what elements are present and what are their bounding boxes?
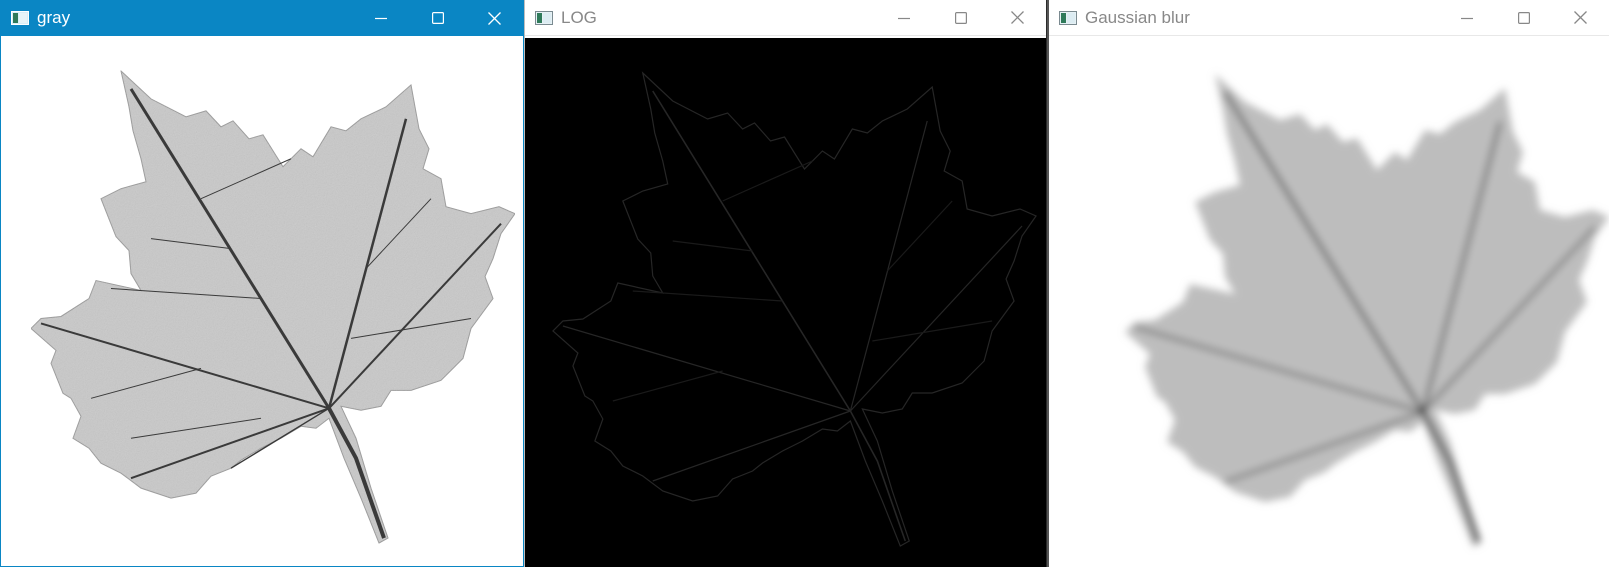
window-gaussian-blur[interactable]: Gaussian blur <box>1047 0 1609 567</box>
minimize-icon <box>374 17 387 20</box>
image-window-icon <box>11 11 29 25</box>
image-gray <box>1 36 523 566</box>
window-log[interactable]: LOG <box>524 0 1046 567</box>
window-title: gray <box>37 8 71 27</box>
leaf-edges <box>552 71 1037 547</box>
close-icon <box>1011 11 1024 24</box>
maximize-icon <box>1517 11 1530 24</box>
leaf-image <box>30 69 516 544</box>
close-button[interactable] <box>1552 0 1609 36</box>
maximize-button[interactable] <box>1495 0 1552 36</box>
maximize-button[interactable] <box>409 0 466 36</box>
blurred-leaf-image <box>1125 74 1609 547</box>
titlebar[interactable]: LOG <box>525 0 1046 36</box>
maximize-button[interactable] <box>932 0 989 36</box>
minimize-icon <box>1460 17 1473 19</box>
minimize-button[interactable] <box>1438 0 1495 36</box>
image-window-icon <box>535 10 553 25</box>
close-icon <box>1574 11 1587 24</box>
close-button[interactable] <box>466 0 523 36</box>
leaf-shape <box>30 69 516 544</box>
close-icon <box>488 11 501 25</box>
blurred-leaf <box>1125 74 1609 547</box>
titlebar[interactable]: gray <box>1 0 523 36</box>
minimize-button[interactable] <box>352 0 409 36</box>
minimize-icon <box>897 17 910 19</box>
image-gaussian-blur <box>1049 38 1609 567</box>
image-log <box>525 38 1046 567</box>
image-window-icon <box>1059 10 1077 25</box>
leaf-edge-image <box>552 71 1037 547</box>
window-gray[interactable]: gray <box>0 0 524 567</box>
window-title: Gaussian blur <box>1085 7 1190 27</box>
close-button[interactable] <box>989 0 1046 36</box>
window-title: LOG <box>561 7 597 27</box>
maximize-icon <box>954 11 967 24</box>
minimize-button[interactable] <box>875 0 932 36</box>
titlebar[interactable]: Gaussian blur <box>1049 0 1609 36</box>
maximize-icon <box>431 12 444 24</box>
